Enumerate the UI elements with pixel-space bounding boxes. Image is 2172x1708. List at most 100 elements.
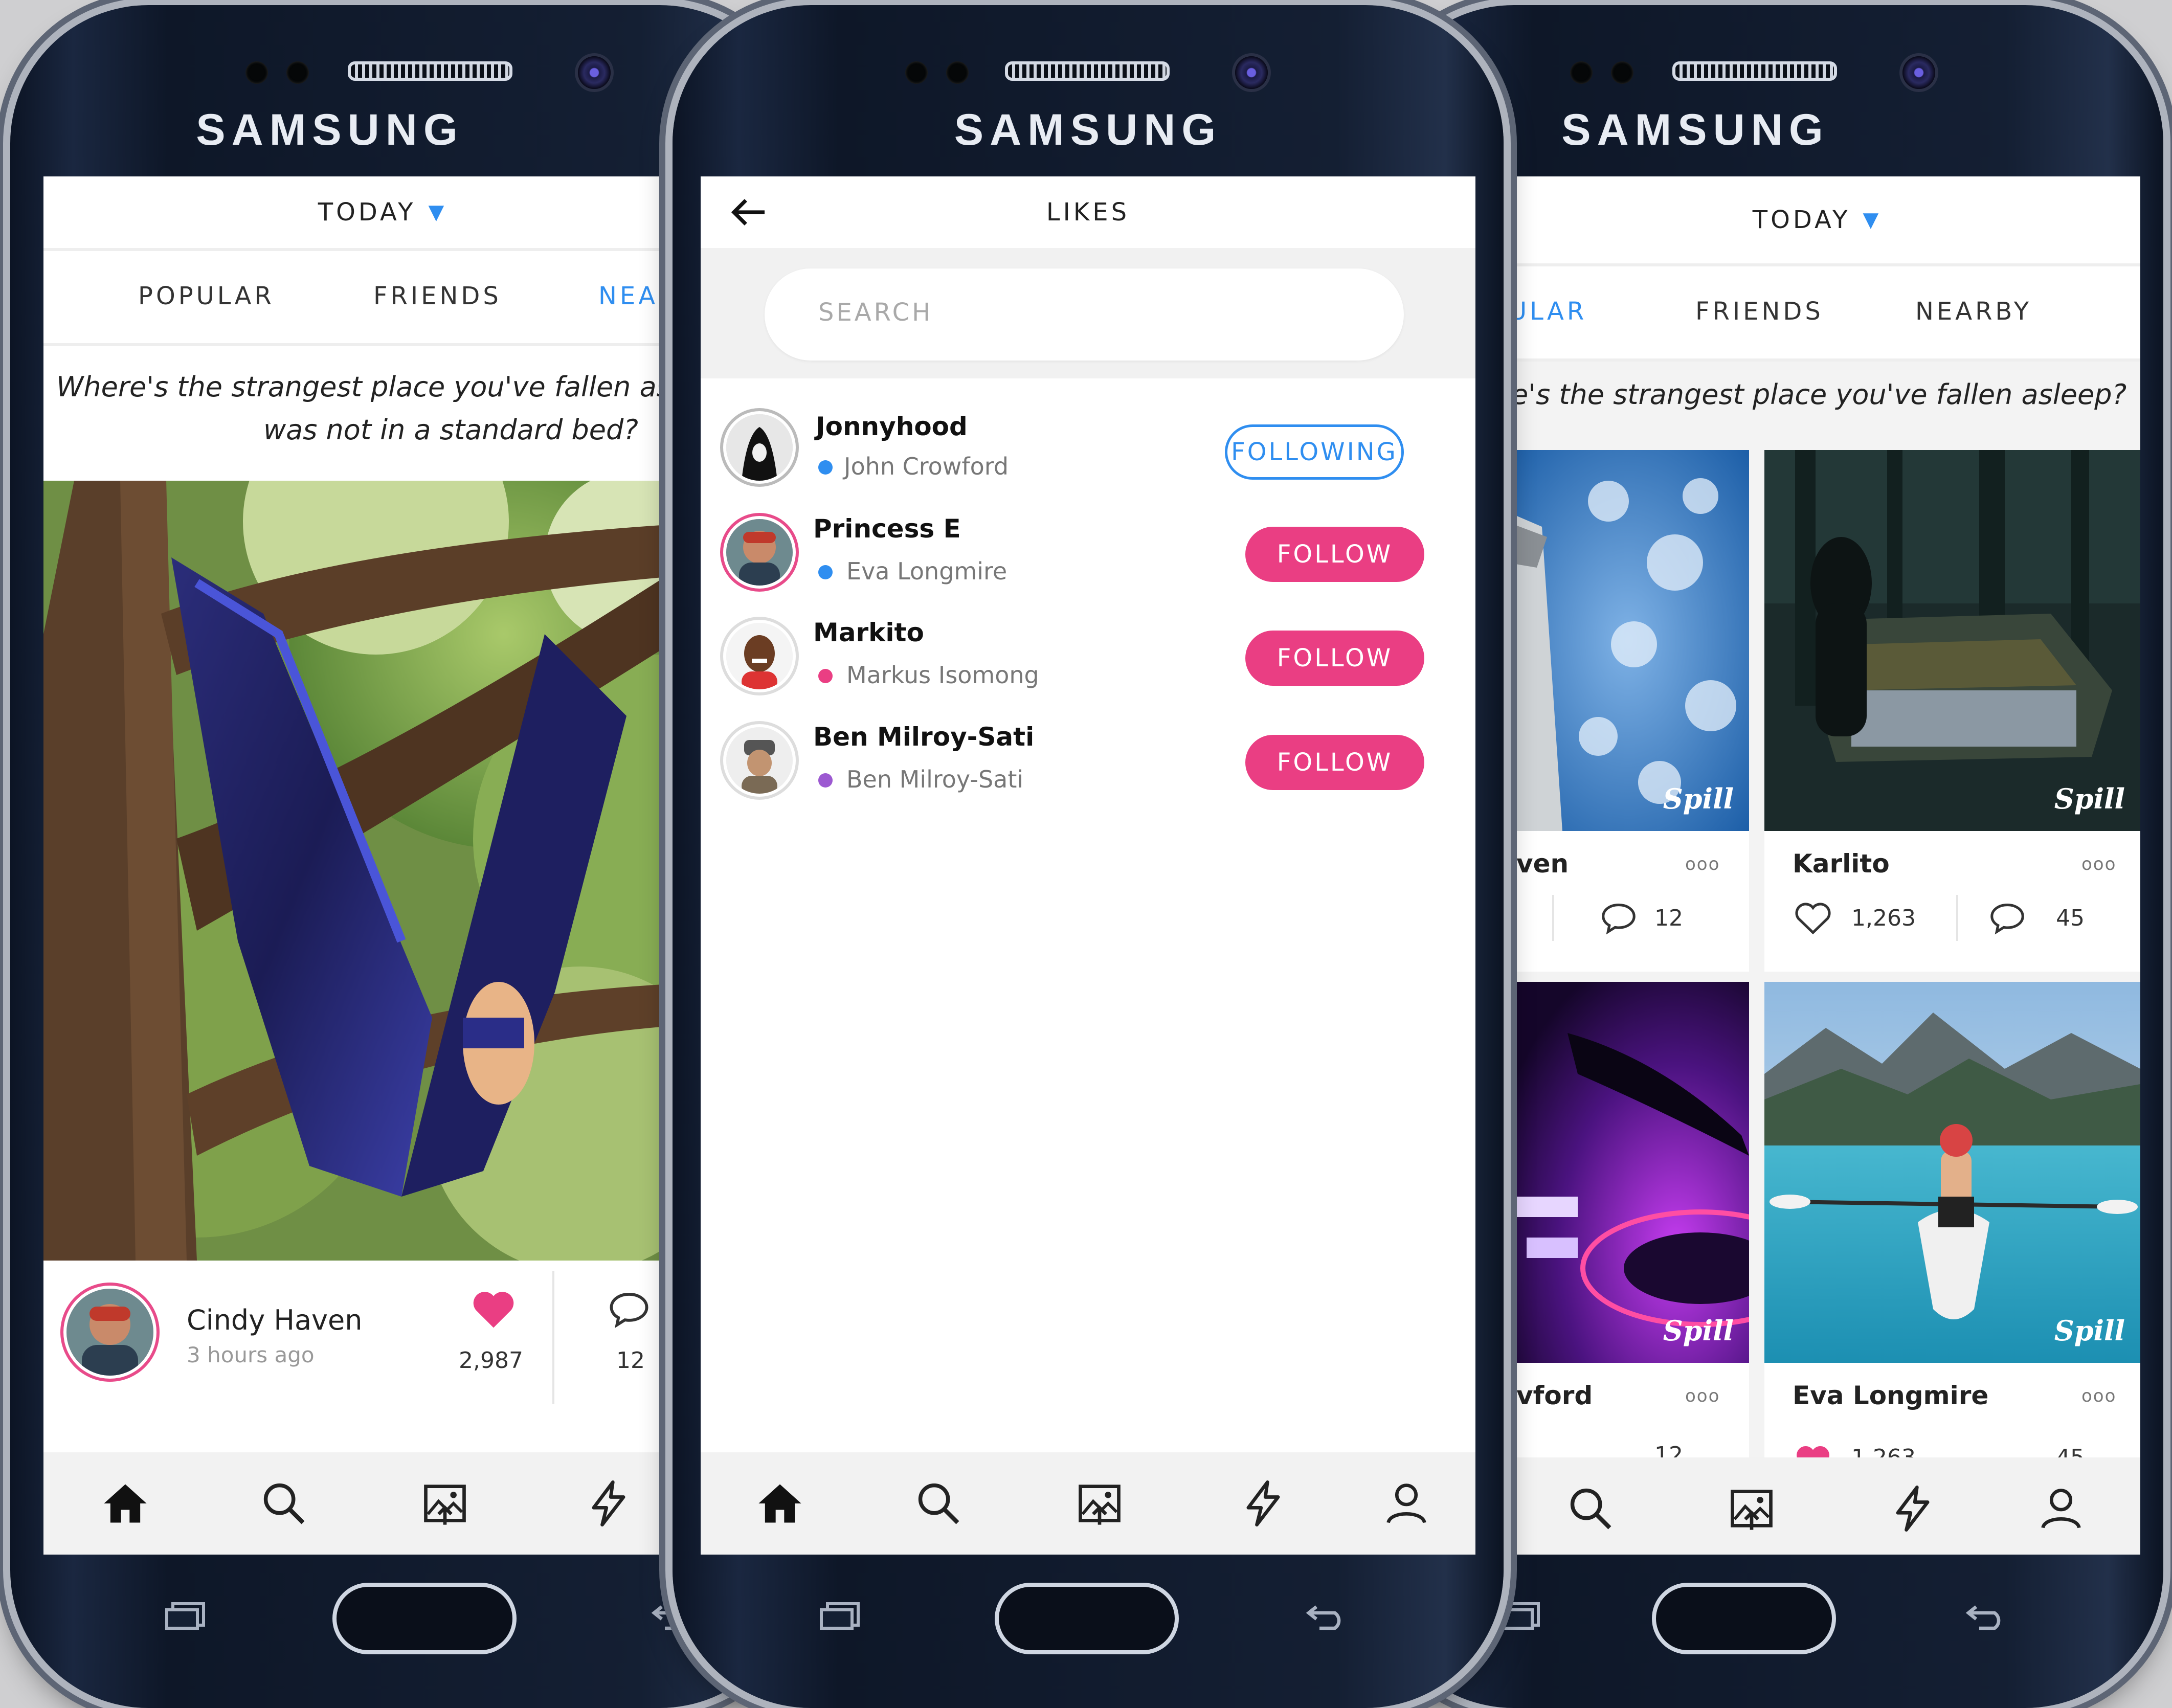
recent-apps-icon[interactable]	[164, 1601, 210, 1631]
home-icon[interactable]	[754, 1478, 805, 1529]
avatar[interactable]	[726, 519, 793, 586]
screen: TODAY ▼ ULAR FRIENDS NEARBY e's the stra…	[1511, 176, 2140, 1555]
more-options-icon[interactable]: ooo	[1685, 854, 1720, 874]
list-item[interactable]: Ben Milroy-Sati Ben Milroy-Sati FOLLOW	[701, 714, 1475, 812]
abandoned-car-photo	[1764, 450, 2140, 831]
sensor-icon	[245, 61, 268, 84]
avatar[interactable]	[726, 727, 793, 794]
home-button[interactable]	[1652, 1583, 1836, 1654]
photo-card[interactable]: Spill vford ooo 12	[1511, 982, 1821, 1493]
header-bar: TODAY ▼	[43, 176, 719, 248]
bottom-nav	[701, 1452, 1475, 1555]
more-options-icon[interactable]: ooo	[2081, 854, 2116, 874]
lightning-icon[interactable]	[1887, 1483, 1938, 1534]
hammock-photo-illustration	[43, 481, 719, 1261]
tab-popular[interactable]: ULAR	[1511, 297, 1587, 326]
list-item[interactable]: Princess E Eva Longmire FOLLOW	[701, 506, 1475, 603]
watermark: Spill	[2054, 782, 2125, 815]
upload-image-icon[interactable]	[419, 1478, 471, 1529]
card-author[interactable]: Karlito	[1793, 849, 1890, 879]
card-author[interactable]: Eva Longmire	[1793, 1381, 1988, 1410]
follow-button[interactable]: FOLLOW	[1245, 735, 1424, 790]
user-username[interactable]: Princess E	[813, 514, 961, 544]
user-username[interactable]: Markito	[813, 618, 924, 647]
lightning-icon[interactable]	[1238, 1478, 1289, 1529]
speaker-grille	[1005, 61, 1170, 81]
sensor-icon	[1611, 61, 1633, 84]
header-title[interactable]: TODAY	[318, 198, 416, 227]
home-icon[interactable]	[100, 1478, 151, 1529]
list-item[interactable]: Jonnyhood John Crowford FOLLOWING	[701, 401, 1475, 499]
more-options-icon[interactable]: ooo	[1685, 1386, 1720, 1406]
tab-nearby[interactable]: NEARBY	[1915, 297, 2032, 326]
tab-friends[interactable]: FRIENDS	[1695, 297, 1824, 326]
tab-nearby[interactable]: NEAR	[598, 282, 678, 310]
photo-card[interactable]: Spill Eva Longmire ooo 1,263 45	[1764, 982, 2140, 1493]
comment-icon[interactable]	[1987, 900, 2028, 936]
post-photo[interactable]	[43, 481, 719, 1261]
lightning-icon[interactable]	[583, 1478, 634, 1529]
question-text: e's the strangest place you've fallen as…	[1511, 378, 2127, 411]
avatar[interactable]	[726, 414, 793, 481]
post-footer: Cindy Haven 3 hours ago 2,987 12	[43, 1261, 719, 1414]
status-dot	[818, 773, 833, 788]
avatar[interactable]	[726, 623, 793, 689]
front-camera-icon	[1235, 56, 1268, 89]
triangle-down-icon[interactable]: ▼	[428, 200, 444, 224]
search-icon[interactable]	[913, 1478, 964, 1529]
user-username[interactable]: Ben Milroy-Sati	[813, 722, 1034, 752]
heart-outline-icon[interactable]	[1793, 900, 1833, 936]
search-section: SEARCH	[701, 248, 1475, 378]
tab-popular[interactable]: POPULAR	[138, 282, 275, 310]
divider	[1956, 895, 1958, 941]
search-icon[interactable]	[258, 1478, 309, 1529]
follow-button[interactable]: FOLLOW	[1245, 527, 1424, 582]
avatar[interactable]	[66, 1289, 153, 1376]
photo-card[interactable]: Spill ven ooo 12	[1511, 450, 1749, 972]
comment-count: 12	[1654, 905, 1683, 931]
avatar-image	[66, 1289, 153, 1376]
kayak-lake-photo	[1764, 982, 2140, 1363]
back-arrow-icon[interactable]	[729, 194, 770, 230]
watermark: Spill	[1663, 1314, 1734, 1347]
home-button[interactable]	[995, 1583, 1179, 1654]
photo-card[interactable]: Spill Karlito ooo 1,263 45	[1764, 450, 2140, 972]
speaker-grille	[1672, 61, 1837, 81]
card-author[interactable]: vford	[1516, 1381, 1593, 1410]
bottom-nav	[1511, 1457, 2140, 1555]
post-author[interactable]: Cindy Haven	[187, 1304, 362, 1336]
upload-image-icon[interactable]	[1726, 1483, 1777, 1534]
recent-apps-icon[interactable]	[1498, 1601, 1544, 1631]
tab-friends[interactable]: FRIENDS	[373, 282, 502, 310]
speaker-grille	[348, 61, 512, 81]
comment-icon[interactable]	[606, 1289, 652, 1330]
user-fullname: John Crowford	[844, 453, 1009, 480]
question-line-2: was not in a standard bed?	[263, 414, 638, 446]
sensor-icon	[286, 61, 309, 84]
list-item[interactable]: Markito Markus Isomong FOLLOW	[701, 610, 1475, 707]
recent-apps-icon[interactable]	[818, 1601, 864, 1631]
profile-icon[interactable]	[1381, 1478, 1432, 1529]
question-text: Where's the strangest place you've falle…	[43, 366, 719, 452]
user-username[interactable]: Jonnyhood	[816, 412, 968, 441]
back-system-icon[interactable]	[1964, 1601, 2010, 1631]
triangle-down-icon[interactable]: ▼	[1863, 208, 1878, 232]
heart-icon[interactable]	[471, 1289, 517, 1330]
follow-button[interactable]: FOLLOW	[1245, 631, 1424, 686]
back-system-icon[interactable]	[1304, 1601, 1350, 1631]
search-placeholder: SEARCH	[818, 298, 933, 327]
sensor-icon	[905, 61, 928, 84]
comment-icon[interactable]	[1598, 900, 1639, 936]
more-options-icon[interactable]: ooo	[2081, 1386, 2116, 1406]
following-button[interactable]: FOLLOWING	[1225, 424, 1404, 480]
header-title[interactable]: TODAY	[1753, 206, 1851, 234]
watermark: Spill	[1663, 782, 1734, 815]
home-button[interactable]	[332, 1583, 517, 1654]
screen: LIKES SEARCH Jonnyhood John Crowford FOL…	[701, 176, 1475, 1555]
upload-image-icon[interactable]	[1074, 1478, 1125, 1529]
card-author[interactable]: ven	[1516, 849, 1569, 879]
watermark: Spill	[2054, 1314, 2125, 1347]
search-input[interactable]: SEARCH	[765, 268, 1404, 361]
search-icon[interactable]	[1565, 1483, 1616, 1534]
profile-icon[interactable]	[2035, 1483, 2087, 1534]
